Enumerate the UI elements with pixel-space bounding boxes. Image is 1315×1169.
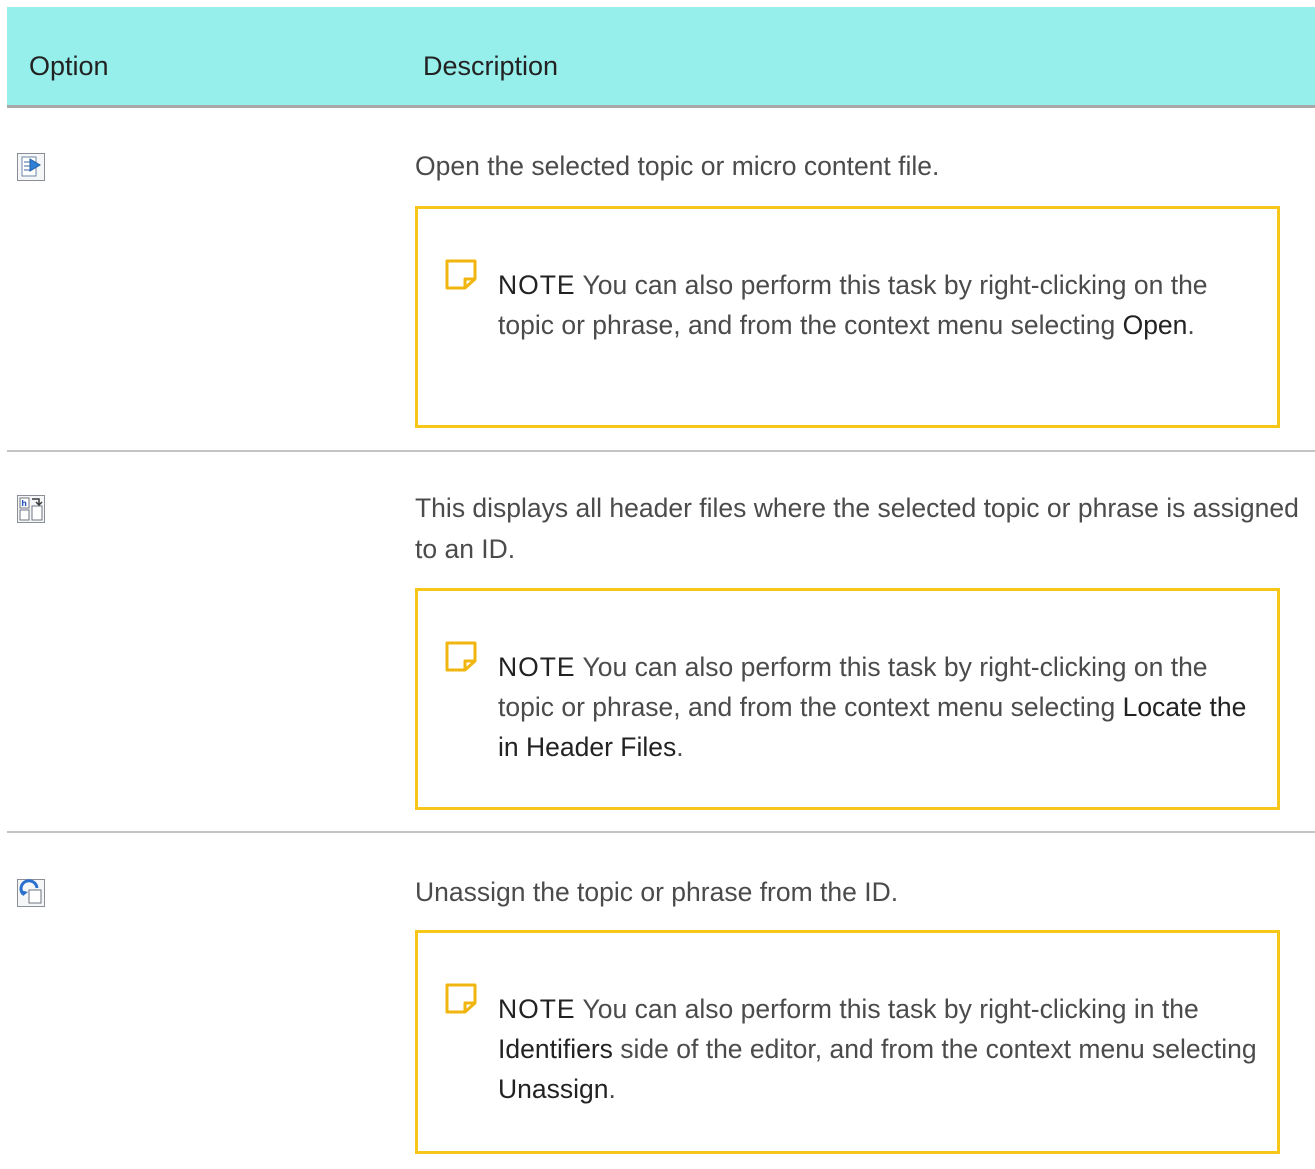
open-topic-icon — [17, 153, 45, 181]
svg-text:h: h — [21, 499, 27, 508]
note-icon — [445, 259, 477, 290]
locate-header-files-icon: h — [17, 495, 45, 523]
table-header: Option Description — [7, 7, 1315, 108]
note-icon — [445, 641, 477, 672]
note-text: NOTE You can also perform this task by r… — [498, 265, 1258, 345]
unassign-icon — [17, 879, 45, 907]
note-text: NOTE You can also perform this task by r… — [498, 647, 1258, 767]
note-end: . — [1187, 310, 1195, 340]
note-icon — [445, 983, 477, 1014]
note-end: . — [676, 732, 684, 762]
row-description: This displays all header files where the… — [415, 493, 1299, 564]
note-body: You can also perform this task by right-… — [498, 652, 1208, 722]
note-text: NOTE You can also perform this task by r… — [498, 989, 1258, 1109]
row-divider — [7, 450, 1315, 452]
note-label: NOTE — [498, 270, 576, 300]
ui-term-unassign: Unassign — [498, 1074, 609, 1104]
column-header-option: Option — [29, 51, 109, 81]
ui-term-identifiers: Identifiers — [498, 1034, 613, 1064]
note-box: NOTE You can also perform this task by r… — [415, 206, 1280, 428]
column-header-description: Description — [423, 51, 559, 81]
note-box: NOTE You can also perform this task by r… — [415, 930, 1280, 1154]
note-label: NOTE — [498, 652, 576, 682]
note-body: You can also perform this task by right-… — [582, 994, 1199, 1024]
note-label: NOTE — [498, 994, 576, 1024]
note-end: . — [608, 1074, 616, 1104]
row-description: Unassign the topic or phrase from the ID… — [415, 877, 899, 907]
ui-term-open: Open — [1122, 310, 1188, 340]
note-body-continued: side of the editor, and from the context… — [620, 1034, 1257, 1064]
row-description: Open the selected topic or micro content… — [415, 151, 940, 181]
note-body: You can also perform this task by right-… — [498, 270, 1208, 340]
row-divider — [7, 831, 1315, 833]
note-box: NOTE You can also perform this task by r… — [415, 588, 1280, 810]
